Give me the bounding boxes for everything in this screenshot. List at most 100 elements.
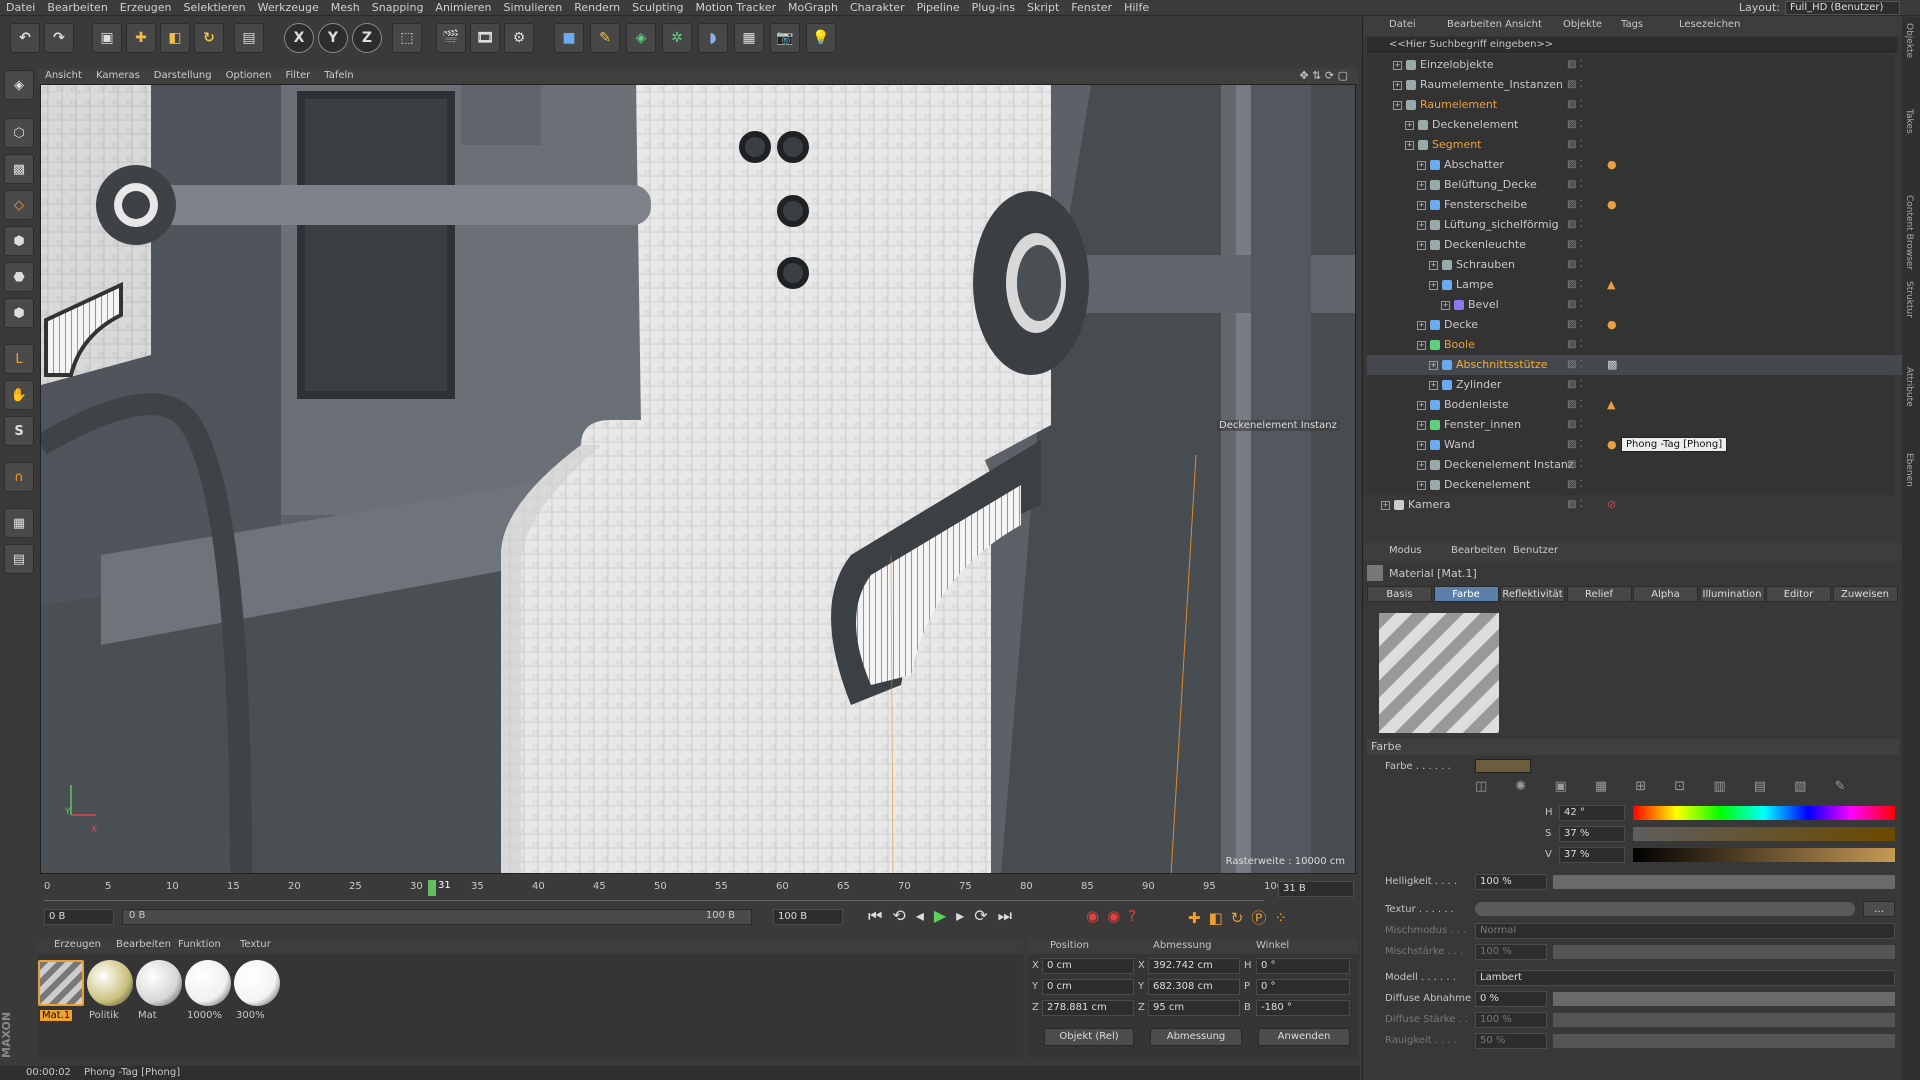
render-settings-icon[interactable]: ⚙ xyxy=(504,23,534,53)
model-mode-icon[interactable]: ⬡ xyxy=(4,118,34,148)
diffuse-abnahme-slider[interactable] xyxy=(1553,992,1895,1006)
record-icon[interactable]: ◉ xyxy=(1086,907,1107,925)
expand-toggle-icon[interactable]: + xyxy=(1417,400,1426,410)
textur-browse-button[interactable]: … xyxy=(1863,901,1895,917)
visibility-toggle-icon[interactable]: ▨ ⁚ xyxy=(1567,335,1583,355)
object-tag-icon[interactable]: ▲ xyxy=(1607,398,1615,411)
expand-toggle-icon[interactable]: + xyxy=(1429,280,1438,290)
right-side-tab-2[interactable]: Content Browser xyxy=(1904,195,1914,270)
points-mode-icon[interactable]: ⬢ xyxy=(4,226,34,256)
right-side-tab-0[interactable]: Objekte xyxy=(1904,23,1914,58)
viewport-menu-item-0[interactable]: Ansicht xyxy=(38,68,89,84)
attribute-tab-2[interactable]: Reflektivität xyxy=(1500,586,1565,602)
material-menu-item-3[interactable]: Textur xyxy=(240,939,271,950)
object-row[interactable]: + Zylinder ▨ ⁚ xyxy=(1367,375,1907,395)
workplane-icon[interactable]: ◇ xyxy=(4,190,34,220)
expand-toggle-icon[interactable]: + xyxy=(1417,460,1426,470)
snap-icon[interactable]: S xyxy=(4,416,34,446)
expand-toggle-icon[interactable]: + xyxy=(1393,80,1402,90)
h-field[interactable]: 42 ° xyxy=(1559,805,1625,821)
coord-mode-select[interactable]: Objekt (Rel) xyxy=(1044,1028,1134,1046)
menu-item-6[interactable]: Snapping xyxy=(366,0,430,16)
object-row[interactable]: + Decke ▨ ⁚ xyxy=(1367,315,1907,335)
y-axis-button[interactable]: Y xyxy=(318,23,348,53)
key-scale-icon[interactable]: ◧ xyxy=(1209,909,1231,927)
go-start-icon[interactable]: ⏮ xyxy=(868,906,892,925)
material-swatch[interactable] xyxy=(87,960,133,1006)
next-key-icon[interactable]: ⟳ xyxy=(974,906,997,925)
s-field[interactable]: 37 % xyxy=(1559,826,1625,842)
deformer-icon[interactable]: ◗ xyxy=(698,23,728,53)
expand-toggle-icon[interactable]: + xyxy=(1417,440,1426,450)
subdivision-icon[interactable]: ◈ xyxy=(626,23,656,53)
attribute-menu-item-0[interactable]: Modus xyxy=(1389,545,1422,556)
record-controls[interactable]: ◉◉? xyxy=(1086,907,1144,925)
menu-item-8[interactable]: Simulieren xyxy=(498,0,569,16)
object-name[interactable]: Bodenleiste xyxy=(1444,398,1509,411)
right-side-tab-3[interactable]: Struktur xyxy=(1904,281,1914,318)
mischstaerke-slider[interactable] xyxy=(1553,945,1895,959)
diffuse-abnahme-field[interactable]: 0 % xyxy=(1475,991,1547,1007)
magnet-icon[interactable]: ∩ xyxy=(4,462,34,492)
object-name[interactable]: Raumelement xyxy=(1420,98,1497,111)
object-row[interactable]: + Belüftung_Decke ▨ ⁚ xyxy=(1367,175,1907,195)
layout-select[interactable]: Full_HD (Benutzer) xyxy=(1785,1,1900,15)
lock-workplane-icon[interactable]: ▤ xyxy=(4,544,34,574)
visibility-toggle-icon[interactable]: ▨ ⁚ xyxy=(1567,375,1583,395)
visibility-toggle-icon[interactable]: ▨ ⁚ xyxy=(1567,115,1583,135)
attribute-tab-0[interactable]: Basis xyxy=(1367,586,1432,602)
material-item[interactable]: Mat xyxy=(136,960,182,1030)
hue-slider[interactable] xyxy=(1633,806,1895,820)
visibility-toggle-icon[interactable]: ▨ ⁚ xyxy=(1567,135,1583,155)
camera-icon[interactable]: 📷 xyxy=(770,23,800,53)
play-icon[interactable]: ▶ xyxy=(934,906,956,925)
object-menu-item-2[interactable]: Ansicht xyxy=(1505,19,1542,30)
object-menu-item-0[interactable]: Datei xyxy=(1389,19,1416,30)
expand-toggle-icon[interactable]: + xyxy=(1417,180,1426,190)
expand-toggle-icon[interactable]: + xyxy=(1417,340,1426,350)
edges-mode-icon[interactable]: ⬣ xyxy=(4,262,34,292)
menu-item-12[interactable]: MoGraph xyxy=(782,0,844,16)
menu-item-9[interactable]: Rendern xyxy=(568,0,626,16)
object-name[interactable]: Abschatter xyxy=(1444,158,1504,171)
object-row[interactable]: + Segment ▨ ⁚ xyxy=(1367,135,1907,155)
v-field[interactable]: 37 % xyxy=(1559,847,1625,863)
object-name[interactable]: Deckenelement xyxy=(1444,478,1530,491)
coord-dim-select[interactable]: Abmessung xyxy=(1150,1028,1242,1046)
coord-dimension-field[interactable]: 392.742 cm xyxy=(1148,958,1240,974)
expand-toggle-icon[interactable]: + xyxy=(1417,320,1426,330)
scale-tool-icon[interactable]: ◧ xyxy=(160,23,190,53)
object-name[interactable]: Raumelemente_Instanzen xyxy=(1420,78,1563,91)
prev-frame-icon[interactable]: ◂ xyxy=(916,906,934,925)
menu-item-14[interactable]: Pipeline xyxy=(911,0,966,16)
object-name[interactable]: Deckenelement Instanz xyxy=(1444,458,1574,471)
key-param-icon[interactable]: Ⓟ xyxy=(1251,909,1274,927)
attribute-tab-6[interactable]: Editor xyxy=(1766,586,1831,602)
material-item[interactable]: Mat.1 xyxy=(38,960,84,1030)
object-row[interactable]: + Bevel ▨ ⁚ xyxy=(1367,295,1907,315)
material-swatch[interactable] xyxy=(136,960,182,1006)
prev-key-icon[interactable]: ⟲ xyxy=(892,906,915,925)
autokey-icon[interactable]: ◉ xyxy=(1107,907,1128,925)
expand-toggle-icon[interactable]: + xyxy=(1429,380,1438,390)
visibility-toggle-icon[interactable]: ▨ ⁚ xyxy=(1567,235,1583,255)
menu-item-15[interactable]: Plug-ins xyxy=(966,0,1021,16)
floor-icon[interactable]: ▦ xyxy=(734,23,764,53)
right-side-tab-1[interactable]: Takes xyxy=(1904,109,1914,134)
object-name[interactable]: Abschnittsstütze xyxy=(1456,358,1548,371)
visibility-toggle-icon[interactable]: ▨ ⁚ xyxy=(1567,495,1583,515)
object-row[interactable]: + Fensterscheibe ▨ ⁚ xyxy=(1367,195,1907,215)
object-row[interactable]: + Bodenleiste ▨ ⁚ xyxy=(1367,395,1907,415)
object-name[interactable]: Bevel xyxy=(1468,298,1499,311)
attribute-tab-4[interactable]: Alpha xyxy=(1633,586,1698,602)
key-rotate-icon[interactable]: ↻ xyxy=(1231,909,1252,927)
render-view-icon[interactable]: 🎬 xyxy=(436,23,466,53)
visibility-toggle-icon[interactable]: ▨ ⁚ xyxy=(1567,395,1583,415)
coord-position-field[interactable]: 0 cm xyxy=(1042,958,1134,974)
apply-button[interactable]: Anwenden xyxy=(1258,1028,1350,1046)
object-name[interactable]: Kamera xyxy=(1408,498,1451,511)
expand-toggle-icon[interactable]: + xyxy=(1429,260,1438,270)
textur-field[interactable] xyxy=(1475,902,1855,916)
visibility-toggle-icon[interactable]: ▨ ⁚ xyxy=(1567,95,1583,115)
visibility-toggle-icon[interactable]: ▨ ⁚ xyxy=(1567,475,1583,495)
